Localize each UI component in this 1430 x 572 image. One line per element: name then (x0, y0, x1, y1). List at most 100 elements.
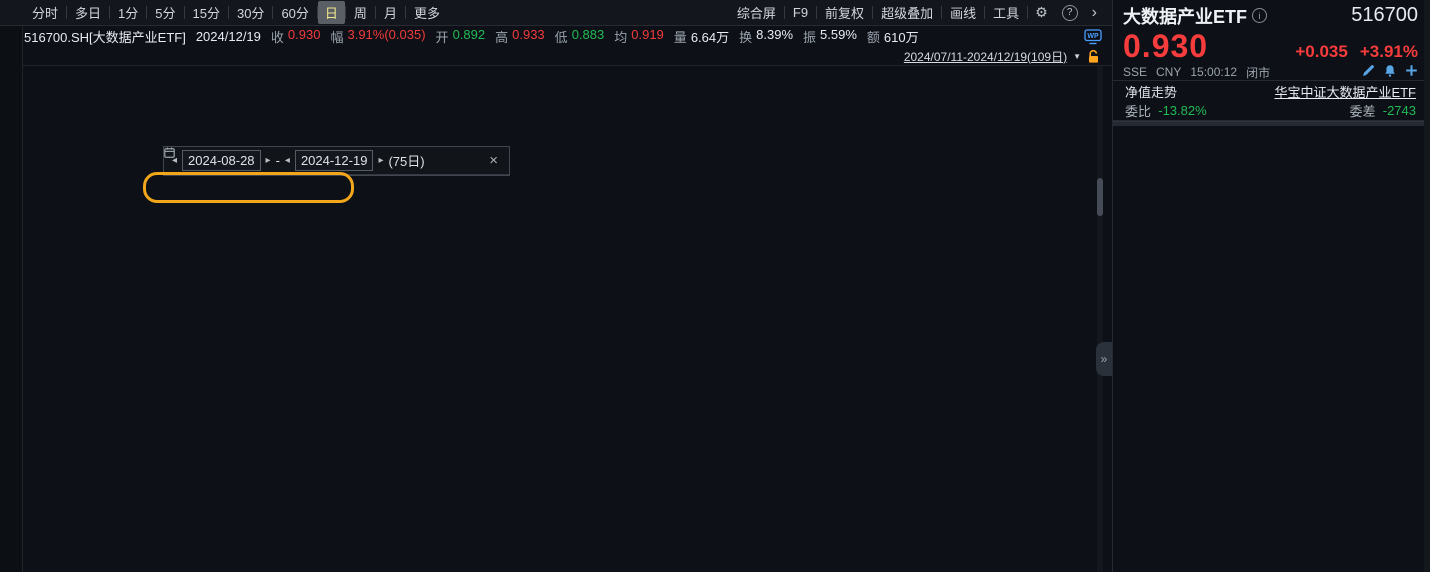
kline-chart-svg[interactable] (22, 66, 1112, 572)
weibi-row: 委比 -13.82% 委差 -2743 (1113, 101, 1430, 120)
quote-field-6: 量 6.64万 (674, 27, 729, 46)
chart-scrollbar[interactable] (1097, 66, 1103, 572)
quote-field-1: 幅 3.91%(0.035) (330, 27, 425, 46)
period-tab-6[interactable]: 60分 (273, 1, 316, 24)
prev-date-icon[interactable]: ◂ (285, 155, 290, 166)
symbol-label: 516700.SH[大数据产业ETF] (24, 30, 186, 45)
quote-field-label: 均 (614, 30, 628, 45)
end-date-value: 2024-12-19 (300, 153, 368, 168)
quote-field-0: 收 0.930 (271, 27, 321, 46)
tool-button-0[interactable]: 综合屏 (729, 1, 784, 24)
period-tab-8[interactable]: 周 (346, 1, 375, 24)
interval-stats-header: ◂ 2024-08-28 ▸ - ◂ 2024-12-19 ▸ (75日) × (164, 147, 509, 175)
help-icon[interactable]: ? (1061, 4, 1078, 21)
quote-field-5: 均 0.919 (614, 27, 664, 46)
period-tab-3[interactable]: 5分 (147, 1, 183, 24)
etf-name: 大数据产业ETF (1123, 6, 1247, 27)
quote-field-value: 610万 (883, 30, 919, 45)
nav-trend-row[interactable]: 净值走势 华宝中证大数据产业ETF (1113, 81, 1430, 101)
weicha-value: -2743 (1382, 103, 1416, 118)
alert-bell-icon[interactable] (1383, 64, 1397, 81)
tool-button-4[interactable]: 画线 (942, 1, 984, 24)
close-icon[interactable]: × (486, 152, 501, 169)
fund-full-name-link[interactable]: 华宝中证大数据产业ETF (1274, 82, 1416, 101)
quote-field-2: 开 0.892 (436, 27, 486, 46)
quote-field-value: 0.933 (512, 27, 545, 42)
wp-icon[interactable]: WP (1084, 28, 1112, 45)
quote-field-label: 收 (270, 30, 284, 45)
calendar-icon (164, 147, 175, 158)
panel-scrollbar[interactable] (1424, 0, 1430, 572)
quote-field-label: 振 (803, 30, 817, 45)
etf-code: 516700 (1351, 4, 1418, 26)
tool-button-1[interactable]: F9 (785, 3, 816, 22)
chart-workspace: 分时 多日 1分 5分 15分 30分 60分日周月更多 综合屏 F9 前复权 超级叠加 画线 工具 … (0, 0, 1112, 572)
kline-chart[interactable]: ◂ 2024-08-28 ▸ - ◂ 2024-12-19 ▸ (75日) × (22, 66, 1112, 572)
svg-text:WP: WP (1087, 33, 1099, 40)
quote-field-label: 开 (435, 30, 449, 45)
quote-date: 2024/12/19 (195, 29, 261, 44)
quote-panel-header: 大数据产业ETF i 516700 0.930 +0.035 +3.91% SS… (1113, 0, 1430, 80)
quote-field-label: 低 (554, 30, 568, 45)
period-tab-2[interactable]: 1分 (110, 1, 146, 24)
last-price: 0.930 (1123, 28, 1209, 64)
date-range-label[interactable]: 2024/07/11-2024/12/19(109日) (904, 48, 1067, 65)
toolbar-right: 综合屏 F9 前复权 超级叠加 画线 工具 ⚙ ? › (729, 1, 1112, 24)
period-tab-1[interactable]: 多日 (67, 1, 109, 24)
ma-legend-bar: 2024/07/11-2024/12/19(109日) ▼ (0, 47, 1112, 66)
end-date-picker[interactable]: 2024-12-19 (164, 147, 374, 171)
quote-field-value: 0.919 (631, 27, 664, 42)
chart-scrollbar-thumb[interactable] (1097, 178, 1103, 216)
market-status: 闭市 (1246, 65, 1271, 80)
start-date-value: 2024-08-28 (188, 153, 255, 168)
quote-field-value: 0.892 (452, 27, 486, 42)
date-separator: - (275, 153, 280, 168)
collapse-panel-icon[interactable]: › (1085, 4, 1104, 22)
quote-field-7: 换 8.39% (739, 27, 793, 46)
quote-time: 15:00:12 (1190, 65, 1238, 79)
quote-fields: 收 0.930 幅 3.91%(0.035) 开 0.892 高 0.933 低 0.883 均 0.… (271, 27, 919, 46)
date-range-selector[interactable]: 2024/07/11-2024/12/19(109日) ▼ (904, 48, 1112, 65)
quote-field-value: 5.59% (820, 27, 857, 42)
expand-panel-handle[interactable]: » (1096, 342, 1112, 376)
quote-field-9: 额 610万 (867, 27, 919, 46)
period-tab-4[interactable]: 15分 (185, 1, 228, 24)
price-change-pct: +3.91% (1359, 42, 1418, 61)
next-date-icon[interactable]: ▸ (266, 155, 271, 166)
nav-trend-label[interactable]: 净值走势 (1125, 82, 1177, 101)
add-icon[interactable] (1405, 64, 1418, 80)
quote-field-value: 0.883 (571, 27, 605, 42)
info-icon[interactable]: i (1252, 8, 1267, 23)
period-tab-9[interactable]: 月 (376, 1, 405, 24)
quote-info-bar: 516700.SH[大数据产业ETF] 2024/12/19 收 0.930 幅 3.… (0, 26, 1112, 47)
quote-field-label: 幅 (330, 30, 344, 45)
currency-label: CNY (1156, 65, 1182, 79)
left-view-sidebar (0, 26, 23, 572)
period-tab-10[interactable]: 更多 (406, 1, 448, 24)
quote-field-label: 量 (673, 30, 687, 45)
tool-buttons: 综合屏 F9 前复权 超级叠加 画线 工具 (729, 1, 1029, 24)
period-tabs: 分时 多日 1分 5分 15分 30分 60分日周月更多 (24, 1, 448, 24)
period-tab-0[interactable]: 分时 (24, 1, 66, 24)
chevron-down-icon[interactable]: ▼ (1073, 52, 1081, 61)
quote-field-8: 振 5.59% (803, 27, 857, 46)
tool-button-3[interactable]: 超级叠加 (873, 1, 941, 24)
weibi-value: -13.82% (1158, 103, 1207, 118)
unlock-icon[interactable] (1087, 49, 1100, 64)
exchange-label: SSE (1123, 65, 1148, 79)
quote-field-label: 额 (866, 30, 880, 45)
quote-field-value: 3.91%(0.035) (347, 27, 426, 42)
quote-field-4: 低 0.883 (555, 27, 605, 46)
tool-button-2[interactable]: 前复权 (817, 1, 872, 24)
next-date-icon[interactable]: ▸ (378, 155, 383, 166)
edit-icon[interactable] (1361, 64, 1375, 81)
price-change: +0.035 (1295, 42, 1348, 61)
gear-icon[interactable]: ⚙ (1028, 4, 1055, 21)
weibi-label: 委比 (1125, 104, 1152, 119)
period-tab-7[interactable]: 日 (317, 1, 345, 24)
tool-button-5[interactable]: 工具 (985, 1, 1027, 24)
interval-days-label: (75日) (388, 154, 425, 169)
start-date-picker[interactable]: 2024-08-28 (164, 147, 261, 171)
period-tab-5[interactable]: 30分 (229, 1, 272, 24)
quote-field-label: 换 (739, 30, 753, 45)
